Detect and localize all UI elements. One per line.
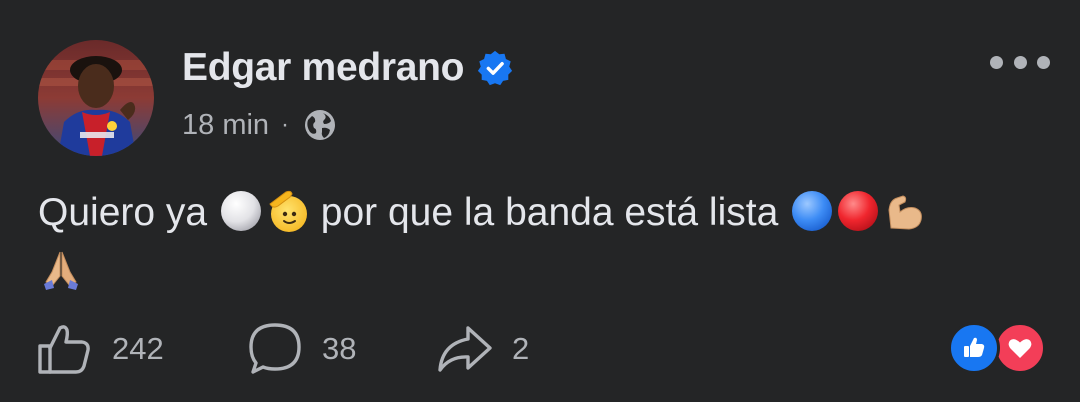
like-count: 242 — [112, 331, 164, 366]
red-circle-emoji-icon — [838, 191, 879, 231]
love-reaction-icon — [994, 322, 1046, 374]
folded-hands-emoji-icon — [44, 251, 78, 290]
post-time[interactable]: 18 min — [182, 109, 269, 142]
author-name[interactable]: Edgar medrano — [182, 46, 464, 90]
avatar-image — [38, 40, 154, 156]
comment-button[interactable]: 38 — [246, 318, 356, 380]
dot-icon — [990, 55, 1003, 69]
verified-badge-icon — [478, 50, 513, 86]
action-bar: 242 38 2 — [0, 318, 1080, 380]
post-text-part-2: por que la banda está lista — [320, 191, 779, 234]
white-circle-emoji-icon — [220, 191, 261, 231]
post-meta: 18 min · — [182, 106, 337, 144]
post-card: Edgar medrano 18 min · Quiero ya por que… — [0, 0, 1080, 402]
flexed-biceps-emoji-icon — [888, 195, 922, 230]
comment-icon — [249, 323, 301, 374]
post-text-part-1: Quiero ya — [38, 191, 208, 234]
share-button[interactable]: 2 — [436, 318, 529, 380]
more-options-button[interactable] — [990, 50, 1050, 74]
share-icon — [438, 326, 492, 372]
like-button[interactable]: 242 — [36, 318, 164, 380]
blue-circle-emoji-icon — [792, 191, 833, 231]
author-row: Edgar medrano — [182, 42, 514, 94]
avatar[interactable] — [38, 40, 154, 156]
saluting-face-emoji-icon — [269, 190, 307, 232]
thumbs-up-icon — [38, 325, 90, 374]
share-count: 2 — [512, 331, 530, 366]
comment-count: 38 — [322, 331, 357, 366]
post-text: Quiero ya por que la banda está lista — [38, 184, 1048, 300]
like-reaction-icon — [948, 322, 1000, 374]
dot-icon — [1013, 55, 1027, 69]
globe-icon[interactable] — [303, 108, 337, 142]
reactions-summary[interactable] — [948, 322, 1046, 374]
dot-icon — [1037, 55, 1050, 69]
meta-separator: · — [281, 111, 290, 138]
